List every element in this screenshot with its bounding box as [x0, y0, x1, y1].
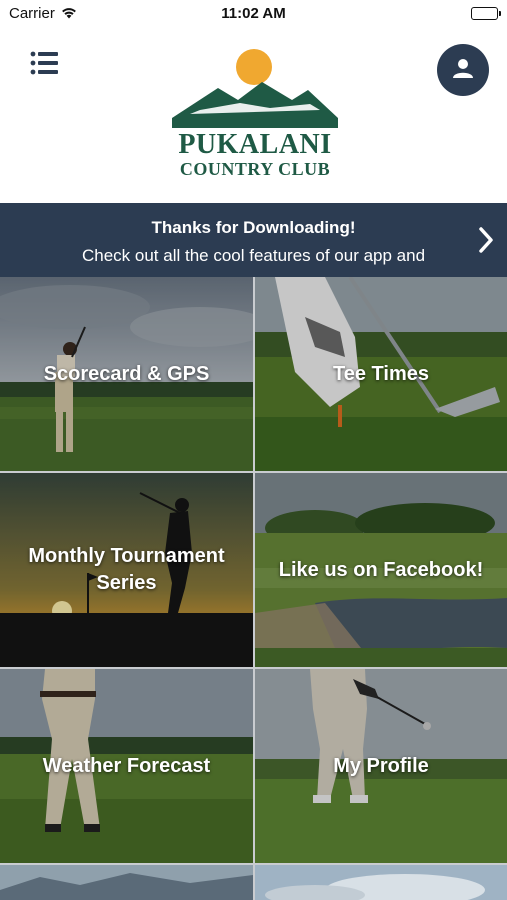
cloudy-sky-image	[255, 865, 507, 900]
battery-icon	[471, 7, 501, 20]
menu-button[interactable]	[30, 50, 60, 76]
tile-facebook[interactable]: Like us on Facebook!	[255, 473, 507, 667]
profile-button[interactable]	[437, 44, 489, 96]
tile-label: Monthly Tournament Series	[28, 545, 225, 594]
tile-my-profile[interactable]: My Profile	[255, 669, 507, 863]
logo-name: PUKALANI	[178, 129, 332, 160]
tile-label: Weather Forecast	[42, 754, 211, 777]
mountain-landscape-image	[0, 865, 253, 900]
tile-weather-forecast[interactable]: Weather Forecast	[0, 669, 253, 863]
feature-grid: Scorecard & GPS Tee Times Monthly Tourna…	[0, 277, 507, 900]
tile-tee-times[interactable]: Tee Times	[255, 277, 507, 471]
tile-monthly-tournament[interactable]: Monthly Tournament Series	[0, 473, 253, 667]
banner-title: Thanks for Downloading!	[151, 218, 356, 237]
hamburger-menu-icon	[30, 50, 60, 76]
tile-label: Like us on Facebook!	[278, 558, 484, 581]
tile-row4-left[interactable]	[0, 865, 253, 900]
status-bar: Carrier 11:02 AM	[0, 0, 507, 30]
tile-scorecard-gps[interactable]: Scorecard & GPS	[0, 277, 253, 471]
welcome-banner[interactable]: Thanks for Downloading! Check out all th…	[0, 203, 507, 277]
logo-subtitle: COUNTRY CLUB	[179, 159, 331, 179]
banner-text: Check out all the cool features of our a…	[81, 246, 426, 265]
tile-label: Tee Times	[333, 362, 429, 385]
tile-row4-right[interactable]	[255, 865, 507, 900]
club-logo: PUKALANI COUNTRY CLUB	[170, 48, 340, 188]
logo-mountains-icon	[172, 49, 338, 128]
user-icon	[452, 58, 474, 83]
status-time: 11:02 AM	[221, 5, 286, 22]
tile-label: Scorecard & GPS	[43, 362, 210, 385]
chevron-right-icon[interactable]	[479, 227, 493, 258]
app-header: PUKALANI COUNTRY CLUB	[0, 30, 507, 203]
tile-label: My Profile	[333, 754, 429, 777]
